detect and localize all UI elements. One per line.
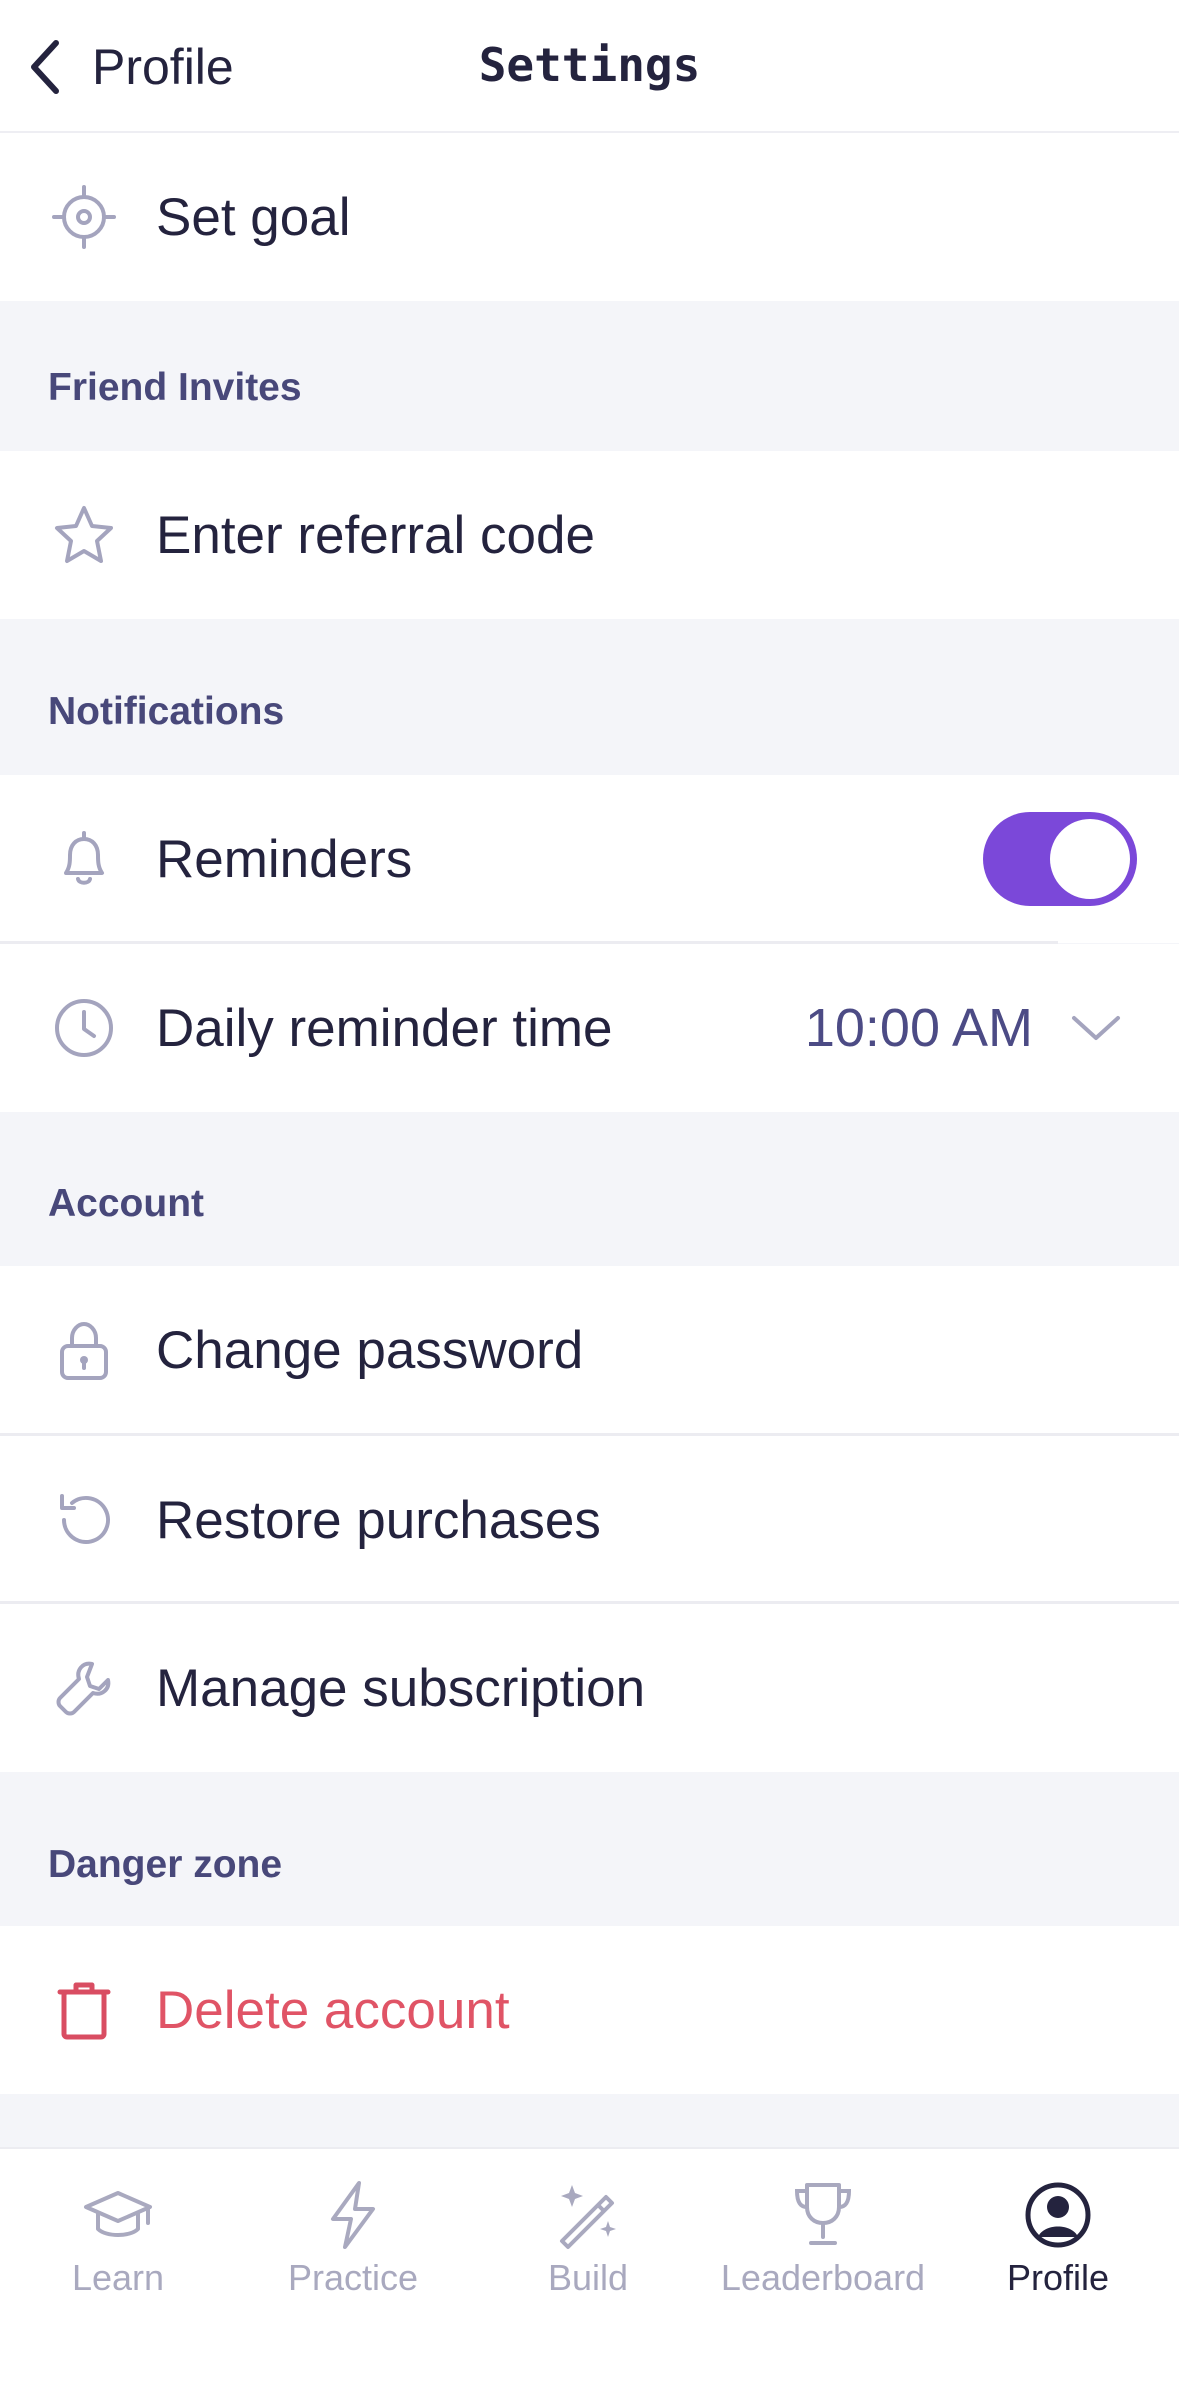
change-password-label: Change password — [156, 1320, 584, 1380]
reminder-time-row[interactable]: Daily reminder time 10:00 AM — [0, 944, 1179, 1112]
tab-bar: Learn Practice Build Leaderboard Profile — [0, 2147, 1179, 2396]
chevron-down-icon[interactable] — [1066, 1008, 1126, 1048]
section-account: Account — [48, 1182, 204, 1225]
user-circle-icon — [1025, 2182, 1091, 2248]
referral-code-row[interactable]: Enter referral code — [0, 451, 1179, 619]
magic-wand-icon — [560, 2185, 616, 2249]
manage-subscription-row[interactable]: Manage subscription — [0, 1604, 1179, 1772]
restore-icon — [50, 1486, 118, 1554]
star-icon — [50, 501, 118, 569]
wrench-icon — [50, 1654, 118, 1722]
tab-leaderboard[interactable]: Leaderboard — [705, 2169, 941, 2319]
trophy-icon — [794, 2183, 852, 2245]
tab-label: Profile — [1006, 2257, 1110, 2298]
toggle-knob — [1050, 819, 1130, 899]
reminders-label: Reminders — [156, 829, 413, 889]
lock-icon — [50, 1316, 118, 1384]
delete-account-label: Delete account — [156, 1980, 510, 2040]
tab-build[interactable]: Build — [470, 2169, 706, 2319]
trash-icon — [50, 1976, 118, 2044]
tab-label: Build — [547, 2257, 629, 2298]
tab-label: Leaderboard — [720, 2257, 926, 2298]
section-danger-zone: Danger zone — [48, 1843, 283, 1886]
header-bar: Profile Settings — [0, 0, 1179, 133]
set-goal-label: Set goal — [156, 187, 351, 247]
manage-subscription-label: Manage subscription — [156, 1658, 646, 1718]
page-title: Settings — [478, 38, 701, 92]
clock-icon — [50, 994, 118, 1062]
reminders-toggle[interactable] — [983, 812, 1137, 906]
graduation-cap-icon — [84, 2191, 152, 2237]
reminder-time-label: Daily reminder time — [156, 998, 613, 1058]
tab-label: Practice — [287, 2257, 419, 2298]
section-friend-invites: Friend Invites — [48, 366, 302, 409]
bell-icon — [50, 825, 118, 893]
reminders-row: Reminders — [0, 775, 1179, 943]
reminder-time-value[interactable]: 10:00 AM — [805, 997, 1033, 1059]
delete-account-row[interactable]: Delete account — [0, 1926, 1179, 2094]
section-notifications: Notifications — [48, 690, 285, 733]
restore-purchases-row[interactable]: Restore purchases — [0, 1436, 1179, 1604]
tab-learn[interactable]: Learn — [0, 2169, 236, 2319]
set-goal-row[interactable]: Set goal — [0, 133, 1179, 301]
tab-label: Learn — [71, 2257, 165, 2298]
change-password-row[interactable]: Change password — [0, 1266, 1179, 1434]
target-icon — [50, 183, 118, 251]
tab-profile[interactable]: Profile — [940, 2169, 1176, 2319]
lightning-icon — [331, 2181, 375, 2249]
referral-code-label: Enter referral code — [156, 505, 595, 565]
tab-practice[interactable]: Practice — [235, 2169, 471, 2319]
restore-purchases-label: Restore purchases — [156, 1490, 601, 1550]
